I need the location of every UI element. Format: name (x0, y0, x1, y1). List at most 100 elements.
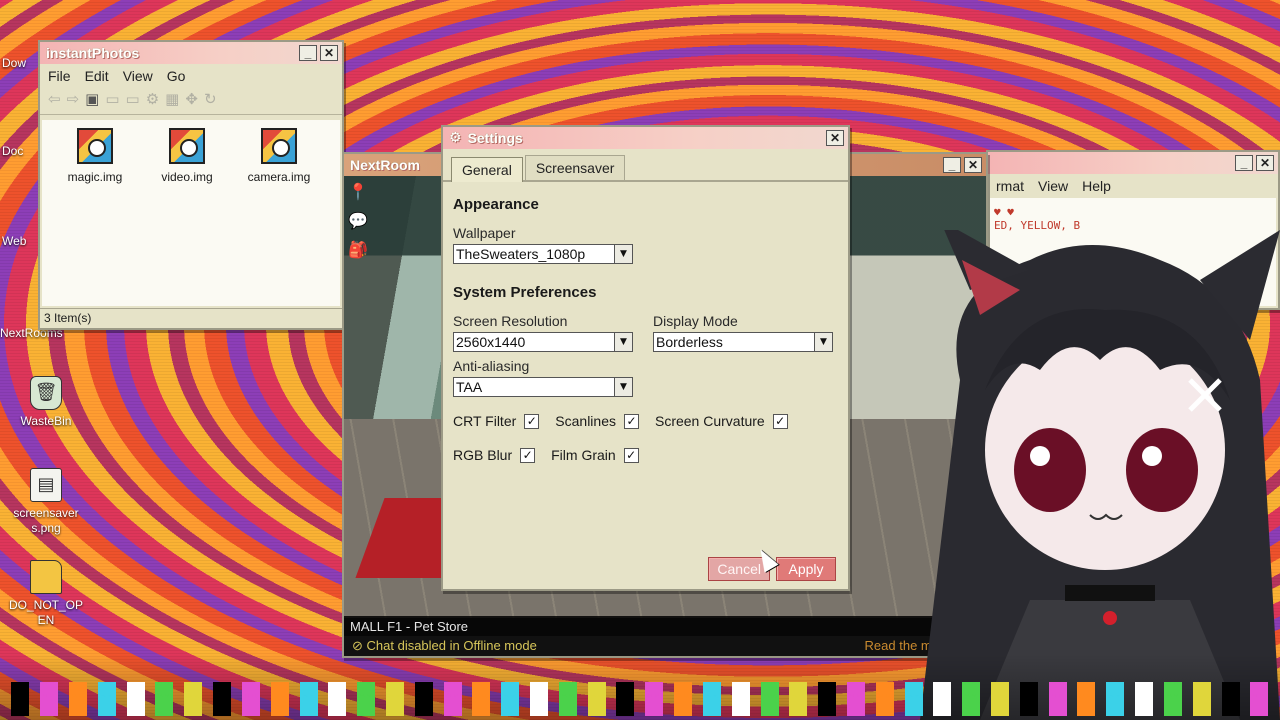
back-icon[interactable]: ⇦ (48, 90, 61, 108)
chevron-down-icon[interactable]: ▼ (614, 333, 633, 351)
minimize-button[interactable]: _ (1235, 155, 1253, 171)
collar-bell-icon (1103, 611, 1117, 625)
chatter-body (126, 696, 145, 716)
chatter-body (472, 696, 491, 716)
chatter-avatar-icon (184, 682, 203, 716)
file-item[interactable]: video.img (148, 128, 226, 298)
rgb-blur-checkbox[interactable]: ✓ (520, 447, 536, 463)
chatter-avatar-icon (126, 682, 145, 716)
chatter-avatar-icon (1163, 682, 1182, 716)
file-name: camera.img (247, 170, 311, 184)
avatar-eye-right (1126, 428, 1198, 512)
chevron-down-icon[interactable]: ▼ (614, 245, 633, 263)
wallpaper-select[interactable]: TheSweaters_1080p ▼ (453, 244, 633, 264)
close-button[interactable]: ✕ (964, 157, 982, 173)
chatter-body (414, 696, 433, 716)
desktop-icon-wastebin[interactable]: 🗑 WasteBin (4, 376, 88, 429)
forward-icon[interactable]: ⇨ (67, 90, 80, 108)
crt-filter-checkbox[interactable]: ✓ (524, 413, 540, 429)
chat-avatar-crowd (0, 654, 1280, 720)
wallpaper-label: Wallpaper (453, 225, 516, 241)
crt-filter-label: CRT Filter (453, 413, 517, 429)
folder-up-icon[interactable]: ▣ (85, 90, 99, 108)
game-side-icons: 📍 💬 🎒 (348, 182, 368, 259)
settings-dialog[interactable]: ⚙ Settings ✕ General Screensaver Appeara… (441, 125, 850, 591)
menu-view[interactable]: View (1038, 178, 1068, 194)
move-icon[interactable]: ✥ (185, 90, 198, 108)
chat-disabled-icon: ⊘ (352, 638, 367, 653)
copy-icon[interactable]: ▭ (126, 90, 140, 108)
chatter-body (645, 696, 664, 716)
close-button[interactable]: ✕ (826, 130, 844, 146)
chatter-body (933, 696, 952, 716)
chatter-avatar-icon (1221, 682, 1240, 716)
photos-window[interactable]: instantPhotos _ ✕ File Edit View Go ⇦ ⇨ … (38, 40, 344, 330)
film-grain-label: Film Grain (551, 447, 616, 463)
desktop-icon-do-not-open[interactable]: DO_NOT_OP EN (4, 560, 88, 628)
chatter-body (299, 696, 318, 716)
wallpaper-value: TheSweaters_1080p (456, 246, 586, 262)
chatter-body (674, 696, 693, 716)
backpack-icon[interactable]: 🎒 (348, 240, 368, 259)
file-name: magic.img (67, 170, 123, 184)
tab-screensaver[interactable]: Screensaver (524, 155, 626, 180)
scanlines-checkbox[interactable]: ✓ (623, 413, 639, 429)
minimize-button[interactable]: _ (943, 157, 961, 173)
display-mode-value: Borderless (656, 334, 723, 350)
desktop-icon-label: WasteBin (20, 414, 72, 428)
chatter-avatar-icon (1106, 682, 1125, 716)
chatter-avatar-icon (11, 682, 30, 716)
menu-help[interactable]: Help (1082, 178, 1111, 194)
scanlines-label: Scanlines (555, 413, 616, 429)
file-item[interactable]: camera.img (240, 128, 318, 298)
refresh-icon[interactable]: ↻ (204, 90, 217, 108)
anti-aliasing-select[interactable]: TAA ▼ (453, 377, 633, 397)
close-button[interactable]: ✕ (1256, 155, 1274, 171)
screen-curvature-label: Screen Curvature (654, 413, 765, 429)
chatter-avatar-icon (213, 682, 232, 716)
chatter-body (616, 696, 635, 716)
tab-general[interactable]: General (451, 157, 523, 182)
settings-icon[interactable]: ⚙ (146, 90, 159, 108)
chatter-avatar-icon (904, 682, 923, 716)
menu-go[interactable]: Go (167, 68, 186, 84)
resolution-select[interactable]: 2560x1440 ▼ (453, 332, 633, 352)
desktop-icon-screensaver[interactable]: ▤ screensaver s.png (4, 468, 88, 536)
settings-body: Appearance Wallpaper TheSweaters_1080p ▼… (443, 182, 848, 491)
chevron-down-icon[interactable]: ▼ (814, 333, 833, 351)
desktop-label-partial[interactable]: Doc (2, 144, 42, 159)
film-grain-checkbox[interactable]: ✓ (623, 447, 639, 463)
heart-icon: ♥ ♥ (994, 206, 1014, 219)
chat-bubble-icon[interactable]: 💬 (348, 211, 368, 230)
chevron-down-icon[interactable]: ▼ (614, 378, 633, 396)
chatter-avatar-icon (558, 682, 577, 716)
view-icon[interactable]: ▦ (165, 90, 179, 108)
screen-curvature-checkbox[interactable]: ✓ (772, 413, 788, 429)
photos-titlebar[interactable]: instantPhotos _ ✕ (40, 42, 342, 64)
file-name: video.img (161, 170, 213, 184)
display-mode-select[interactable]: Borderless ▼ (653, 332, 833, 352)
close-button[interactable]: ✕ (320, 45, 338, 61)
desktop-label-partial[interactable]: Web (2, 234, 42, 249)
chatter-body (991, 696, 1010, 716)
desktop-label-partial[interactable]: Dow (2, 56, 42, 71)
note-titlebar[interactable]: _ ✕ (988, 152, 1278, 174)
chatter-body (1106, 696, 1125, 716)
minimize-button[interactable]: _ (299, 45, 317, 61)
menu-file[interactable]: File (48, 68, 71, 84)
apply-button[interactable]: Apply (776, 557, 836, 581)
chatter-body (962, 696, 981, 716)
chatter-avatar-icon (991, 682, 1010, 716)
chatter-body (270, 696, 289, 716)
location-pin-icon[interactable]: 📍 (348, 182, 368, 201)
anti-aliasing-label: Anti-aliasing (453, 358, 530, 374)
settings-titlebar[interactable]: ⚙ Settings ✕ (443, 127, 848, 149)
chatter-avatar-icon (155, 682, 174, 716)
checkbox-row-2: RGB Blur ✓ Film Grain ✓ (453, 447, 838, 463)
menu-format[interactable]: rmat (996, 178, 1024, 194)
cut-icon[interactable]: ▭ (105, 90, 119, 108)
menu-edit[interactable]: Edit (85, 68, 109, 84)
menu-view[interactable]: View (123, 68, 153, 84)
desktop-icon-label: screensaver s.png (13, 506, 79, 535)
file-item[interactable]: magic.img (56, 128, 134, 298)
